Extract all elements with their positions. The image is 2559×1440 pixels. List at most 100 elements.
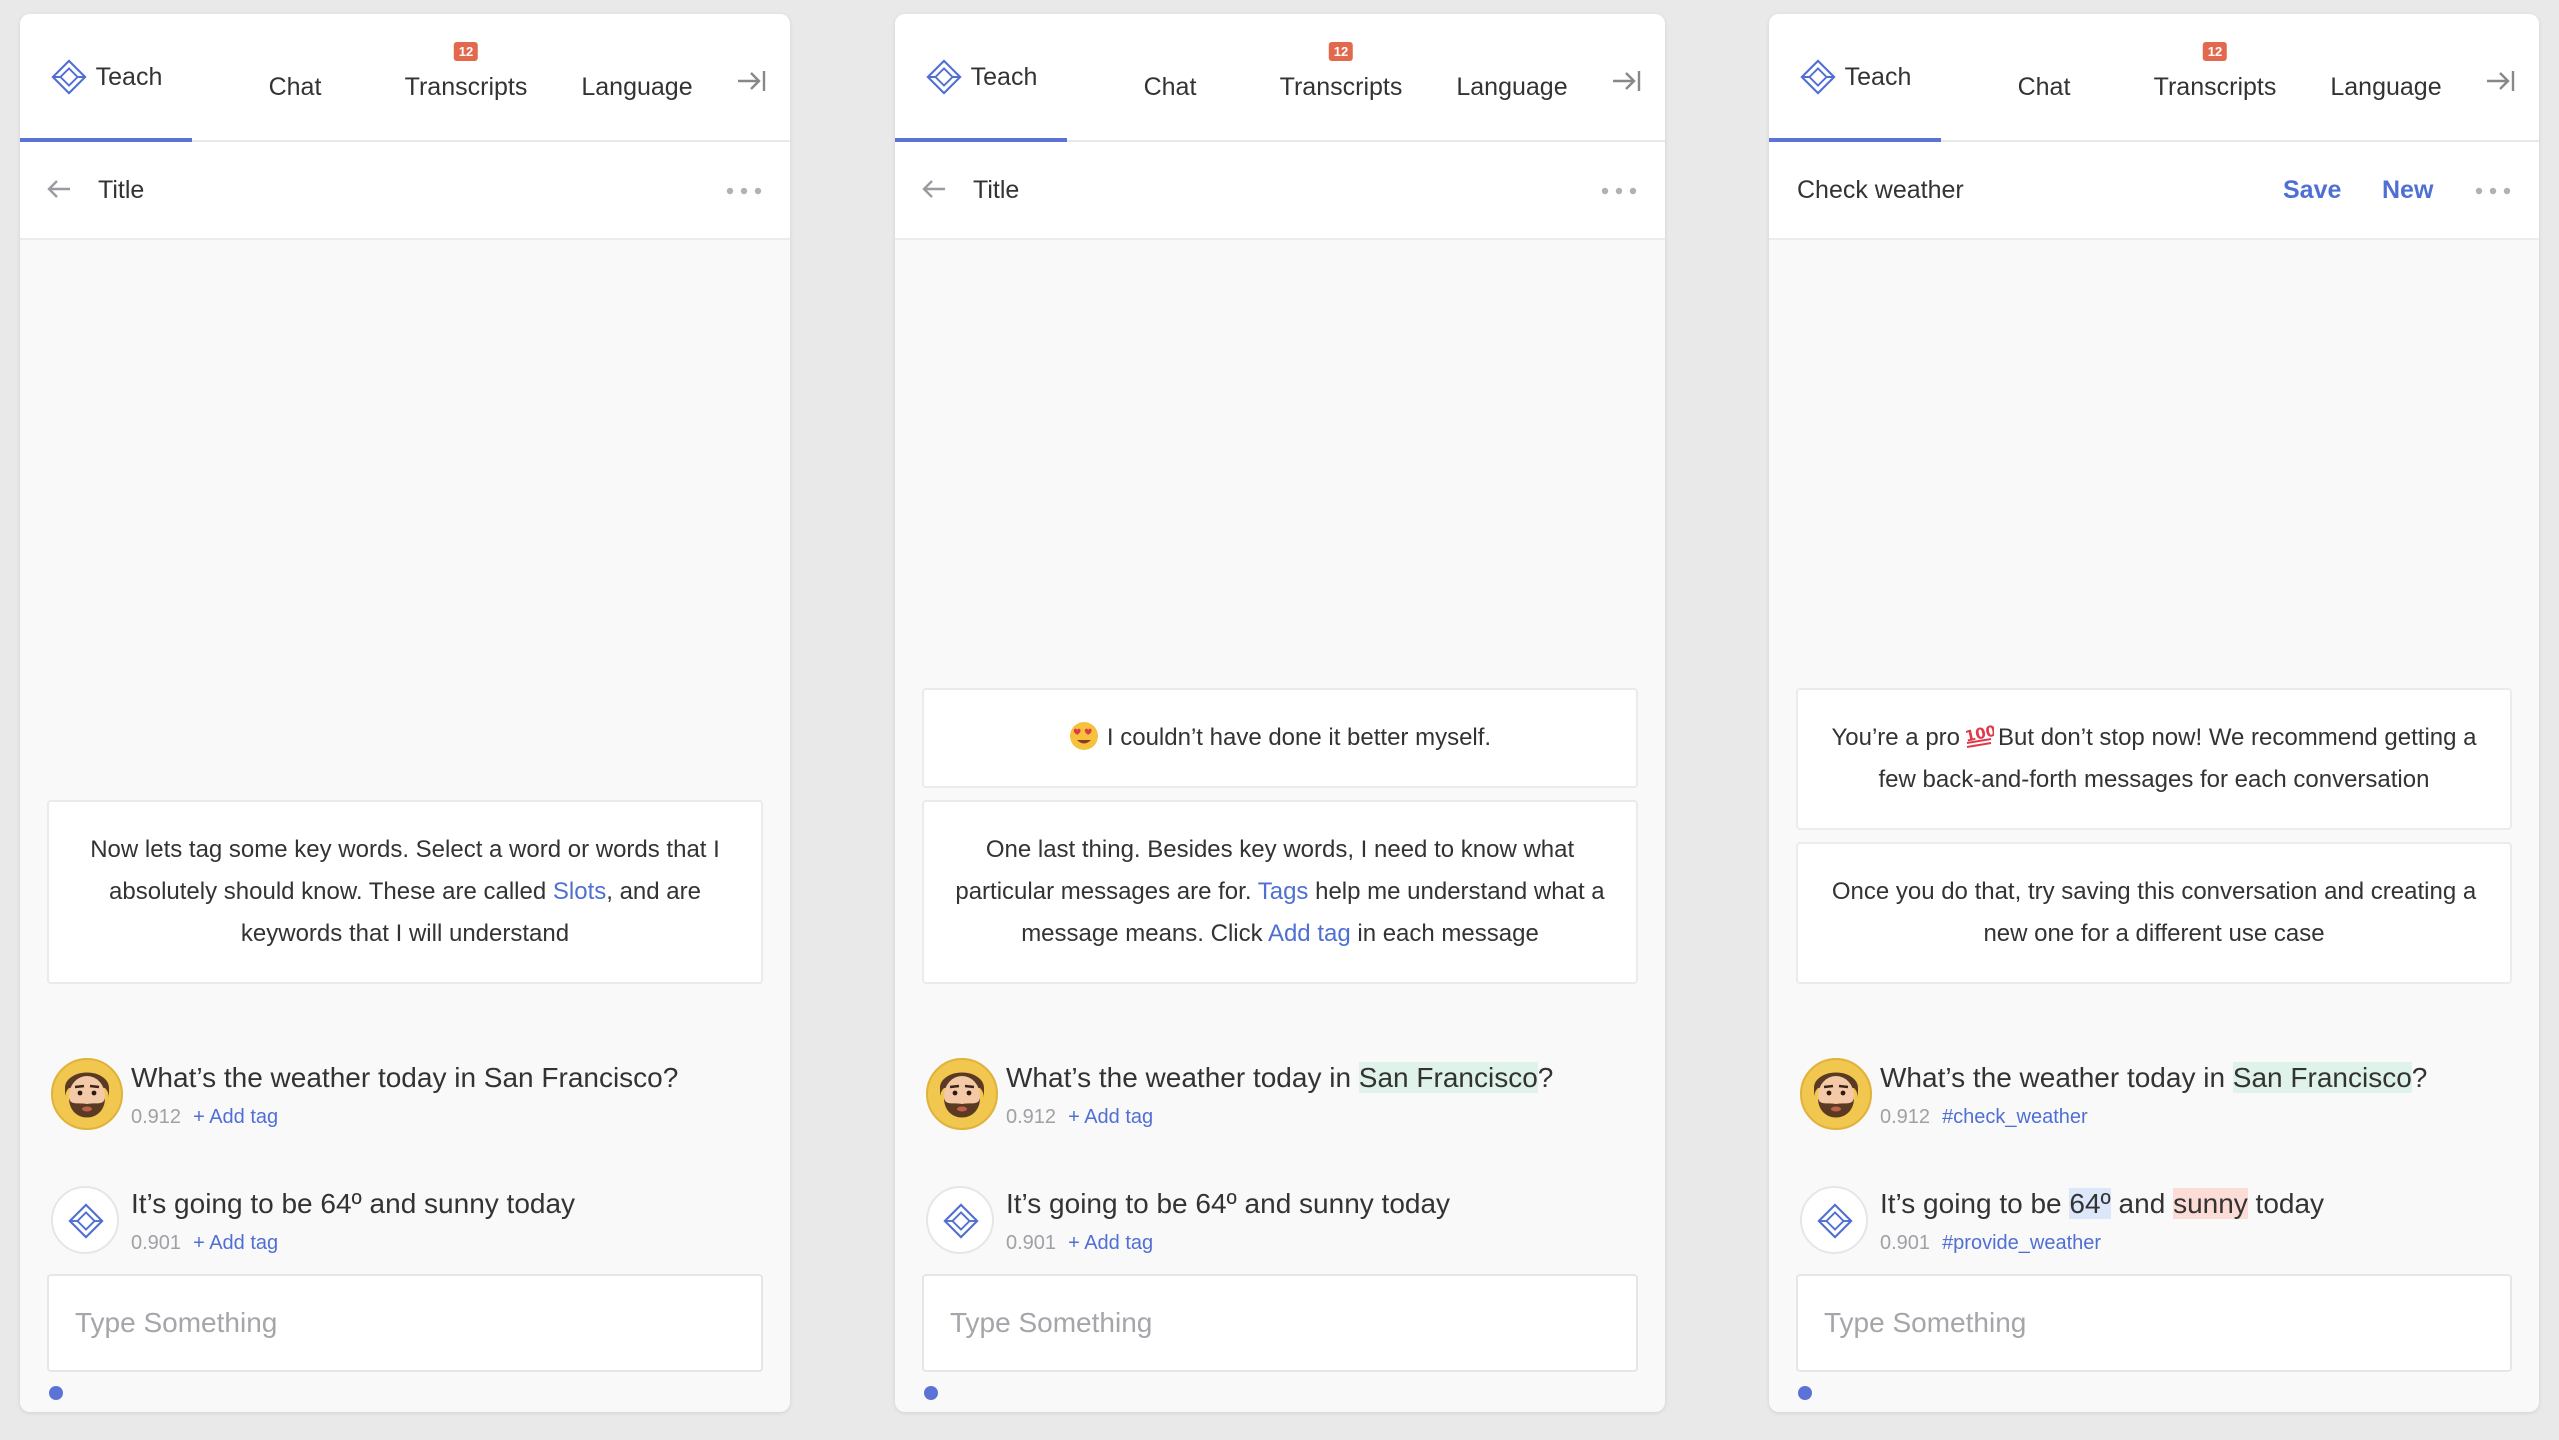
back-arrow-icon[interactable]: [919, 174, 949, 204]
message-input[interactable]: [47, 1274, 763, 1372]
transcripts-count-badge: 12: [453, 42, 479, 61]
utterance-meta: 0.901 + Add tag: [1006, 1232, 1153, 1255]
utterance-text[interactable]: It’s going to be 64º and sunny today: [131, 1188, 575, 1220]
tip-text: Once you do that, try saving this conver…: [1831, 878, 2477, 947]
user-avatar: [1800, 1058, 1872, 1130]
transcripts-count-badge: 12: [2202, 42, 2228, 61]
utterance-text-part: It’s going to be: [1880, 1188, 2070, 1219]
teach-panel: Teach Chat 12 Transcripts Language Check…: [1769, 14, 2539, 1412]
tab-transcripts[interactable]: 12 Transcripts: [370, 14, 562, 140]
tab-transcripts-label: Transcripts: [404, 73, 528, 101]
add-tag-help-link[interactable]: Add tag: [1268, 920, 1351, 947]
user-avatar: [51, 1058, 123, 1130]
utterance-meta: 0.912 #check_weather: [1880, 1106, 2088, 1129]
praise-text-content: I couldn’t have done it better myself.: [1106, 724, 1492, 751]
diamond-icon: [942, 1202, 980, 1240]
add-tag-link[interactable]: + Add tag: [1068, 1106, 1153, 1128]
user-utterance: What’s the weather today in San Francisc…: [1796, 1058, 2512, 1138]
tab-language[interactable]: Language: [2311, 14, 2461, 140]
conversation-header: Title: [20, 142, 790, 240]
tab-chat[interactable]: Chat: [1095, 14, 1245, 140]
tab-language-label: Language: [1456, 73, 1568, 101]
intent-tag[interactable]: #provide_weather: [1942, 1232, 2101, 1254]
utterance-meta: 0.901 + Add tag: [131, 1232, 278, 1255]
tab-transcripts[interactable]: 12 Transcripts: [2119, 14, 2311, 140]
collapse-right-icon[interactable]: [1609, 64, 1643, 98]
utterance-text-part: ?: [2411, 1062, 2428, 1093]
slot-highlight[interactable]: San Francisco: [1358, 1062, 1538, 1093]
praise-text: I couldn’t have done it better myself.: [1069, 717, 1491, 759]
user-utterance: What’s the weather today in San Francisc…: [47, 1058, 763, 1138]
more-horizontal-icon[interactable]: [724, 186, 764, 196]
tab-transcripts-label: Transcripts: [1279, 73, 1403, 101]
tab-teach-label: Teach: [95, 63, 163, 91]
bot-praise-message: You’re a pro But don’t stop now! We recom…: [1796, 688, 2512, 830]
collapse-right-icon[interactable]: [2483, 64, 2517, 98]
tip-text: One last thing. Besides key words, I nee…: [952, 829, 1608, 955]
tags-link[interactable]: Tags: [1258, 878, 1309, 905]
utterance-text-part: What’s the weather today in: [1880, 1062, 2233, 1093]
status-dot: [1798, 1386, 1812, 1400]
utterance-text[interactable]: What’s the weather today in San Francisc…: [1880, 1062, 2427, 1094]
new-button[interactable]: New: [2382, 176, 2433, 205]
slots-link[interactable]: Slots: [553, 878, 606, 905]
status-dot: [924, 1386, 938, 1400]
status-dot: [49, 1386, 63, 1400]
add-tag-link[interactable]: + Add tag: [1068, 1232, 1153, 1254]
transcripts-count-badge: 12: [1328, 42, 1354, 61]
tab-chat-label: Chat: [2017, 73, 2071, 101]
utterance-meta: 0.912 + Add tag: [1006, 1106, 1153, 1129]
diamond-icon: [925, 58, 963, 96]
tab-language-label: Language: [2330, 73, 2442, 101]
conversation-title[interactable]: Title: [973, 176, 1019, 205]
utterance-text[interactable]: What’s the weather today in San Francisc…: [131, 1062, 678, 1094]
message-input[interactable]: [922, 1274, 1638, 1372]
conversation-title[interactable]: Title: [98, 176, 144, 205]
utterance-text-part: and: [2110, 1188, 2174, 1219]
utterance-text-part: ?: [1537, 1062, 1554, 1093]
bot-tip-message: Now lets tag some key words. Select a wo…: [47, 800, 763, 984]
message-input[interactable]: [1796, 1274, 2512, 1372]
bot-praise-message: I couldn’t have done it better myself.: [922, 688, 1638, 788]
tab-transcripts[interactable]: 12 Transcripts: [1245, 14, 1437, 140]
tab-chat[interactable]: Chat: [1969, 14, 2119, 140]
confidence-score: 0.912: [1880, 1106, 1931, 1128]
diamond-icon: [50, 58, 88, 96]
tab-chat[interactable]: Chat: [220, 14, 370, 140]
teach-panel: Teach Chat 12 Transcripts Language Title…: [895, 14, 1665, 1412]
tab-teach[interactable]: Teach: [1769, 14, 1941, 142]
utterance-text[interactable]: It’s going to be 64º and sunny today: [1880, 1188, 2324, 1220]
hundred-points-emoji-icon: [1964, 719, 1994, 749]
tab-teach[interactable]: Teach: [20, 14, 192, 142]
confidence-score: 0.901: [131, 1232, 182, 1254]
praise-text: You’re a pro But don’t stop now! We recom…: [1826, 717, 2482, 801]
slot-highlight[interactable]: 64º: [2069, 1188, 2111, 1219]
bot-utterance: It’s going to be 64º and sunny today 0.9…: [922, 1184, 1638, 1264]
tab-chat-label: Chat: [268, 73, 322, 101]
diamond-icon: [67, 1202, 105, 1240]
bot-avatar: [926, 1186, 994, 1254]
confidence-score: 0.901: [1006, 1232, 1057, 1254]
collapse-right-icon[interactable]: [734, 64, 768, 98]
add-tag-link[interactable]: + Add tag: [193, 1232, 278, 1254]
more-horizontal-icon[interactable]: [2473, 186, 2513, 196]
slot-highlight[interactable]: San Francisco: [2232, 1062, 2412, 1093]
utterance-meta: 0.901 #provide_weather: [1880, 1232, 2101, 1255]
praise-text-part: You’re a pro: [1831, 724, 1961, 751]
tab-language[interactable]: Language: [562, 14, 712, 140]
intent-tag[interactable]: #check_weather: [1942, 1106, 2088, 1128]
more-horizontal-icon[interactable]: [1599, 186, 1639, 196]
back-arrow-icon[interactable]: [44, 174, 74, 204]
confidence-score: 0.901: [1880, 1232, 1931, 1254]
add-tag-link[interactable]: + Add tag: [193, 1106, 278, 1128]
utterance-text[interactable]: What’s the weather today in San Francisc…: [1006, 1062, 1553, 1094]
slot-highlight[interactable]: sunny: [2173, 1188, 2248, 1219]
tab-teach[interactable]: Teach: [895, 14, 1067, 142]
utterance-text[interactable]: It’s going to be 64º and sunny today: [1006, 1188, 1450, 1220]
diamond-icon: [1799, 58, 1837, 96]
tab-language[interactable]: Language: [1437, 14, 1587, 140]
bot-tip-message: One last thing. Besides key words, I nee…: [922, 800, 1638, 984]
bot-utterance: It’s going to be 64º and sunny today 0.9…: [1796, 1184, 2512, 1264]
conversation-title[interactable]: Check weather: [1797, 176, 1964, 205]
save-button[interactable]: Save: [2283, 176, 2341, 205]
